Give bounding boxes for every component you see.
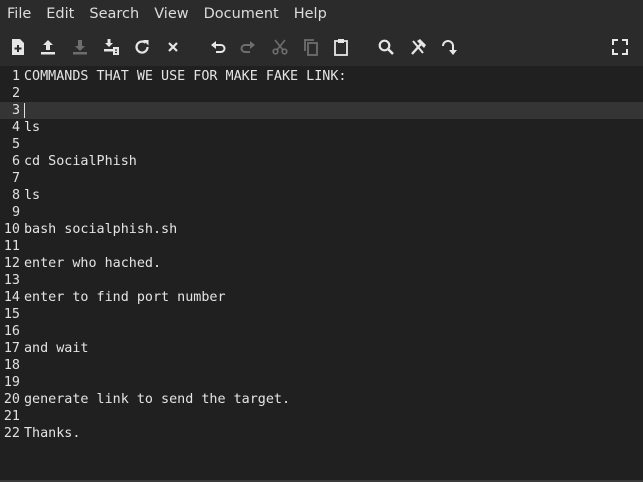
search-replace-icon xyxy=(411,39,426,55)
reload-icon xyxy=(135,40,149,54)
line-number: 14 xyxy=(3,290,20,305)
line-number: 13 xyxy=(3,273,20,288)
menu-search[interactable]: Search xyxy=(84,0,144,28)
line-number: 11 xyxy=(3,239,20,254)
editor-line[interactable]: 3 xyxy=(0,102,643,119)
copy-button[interactable] xyxy=(300,36,322,58)
line-number: 10 xyxy=(3,222,20,237)
goto-line-icon xyxy=(442,40,457,55)
cut-button[interactable] xyxy=(269,36,291,58)
close-icon xyxy=(168,42,178,52)
line-number: 3 xyxy=(11,103,20,118)
line-number: 16 xyxy=(3,324,20,339)
editor-line[interactable]: 1 COMMANDS THAT WE USE FOR MAKE FAKE LINK… xyxy=(0,68,643,85)
line-number: 6 xyxy=(11,154,20,169)
undo-icon xyxy=(211,41,226,53)
line-number: 12 xyxy=(3,256,20,271)
editor-line[interactable]: 20 generate link to send the target. xyxy=(0,391,643,408)
copy-icon xyxy=(304,39,318,56)
line-number: 1 xyxy=(11,69,20,84)
paste-button[interactable] xyxy=(330,36,352,58)
goto-line-button[interactable] xyxy=(437,36,459,58)
editor-line[interactable]: 9 xyxy=(0,204,643,221)
redo-button[interactable] xyxy=(237,36,259,58)
open-file-icon xyxy=(41,40,55,55)
menu-help[interactable]: Help xyxy=(289,0,332,28)
line-text[interactable]: COMMANDS THAT WE USE FOR MAKE FAKE LINK: xyxy=(24,68,346,85)
line-text[interactable]: generate link to send the target. xyxy=(24,391,290,408)
line-text[interactable]: enter who hached. xyxy=(24,255,161,272)
search-replace-button[interactable] xyxy=(407,36,429,58)
line-number: 9 xyxy=(11,205,20,220)
line-text[interactable]: and wait xyxy=(24,340,89,357)
line-text[interactable]: ls xyxy=(24,119,40,136)
new-file-icon xyxy=(12,39,24,55)
menu-document[interactable]: Document xyxy=(199,0,284,28)
fullscreen-button[interactable] xyxy=(609,36,631,58)
search-icon xyxy=(378,39,394,55)
toolbar xyxy=(0,28,643,66)
line-number: 4 xyxy=(11,120,20,135)
redo-icon xyxy=(240,41,255,53)
editor-line[interactable]: 15 xyxy=(0,306,643,323)
search-button[interactable] xyxy=(375,36,397,58)
editor-line[interactable]: 12 enter who hached. xyxy=(0,255,643,272)
editor-line[interactable]: 17 and wait xyxy=(0,340,643,357)
save-as-icon xyxy=(104,39,119,55)
open-file-button[interactable] xyxy=(37,36,59,58)
line-number: 19 xyxy=(3,375,20,390)
editor-line[interactable]: 6 cd SocialPhish xyxy=(0,153,643,170)
editor-line[interactable]: 22 Thanks. xyxy=(0,425,643,442)
save-file-button[interactable] xyxy=(69,36,91,58)
save-file-icon xyxy=(73,40,87,55)
line-text[interactable]: bash socialphish.sh xyxy=(24,221,177,238)
line-number: 17 xyxy=(3,341,20,356)
editor-line[interactable]: 10 bash socialphish.sh xyxy=(0,221,643,238)
line-number: 5 xyxy=(11,137,20,152)
line-number: 2 xyxy=(11,86,20,101)
editor-line[interactable]: 13 xyxy=(0,272,643,289)
fullscreen-icon xyxy=(612,39,628,55)
editor-line[interactable]: 8 ls xyxy=(0,187,643,204)
editor-line[interactable]: 18 xyxy=(0,357,643,374)
line-number: 7 xyxy=(11,171,20,186)
line-number: 8 xyxy=(11,188,20,203)
editor-line[interactable]: 14 enter to find port number xyxy=(0,289,643,306)
line-text[interactable]: enter to find port number xyxy=(24,289,226,306)
line-text[interactable]: Thanks. xyxy=(24,425,80,442)
menu-file[interactable]: File xyxy=(2,0,36,28)
line-number: 20 xyxy=(3,392,20,407)
menu-view[interactable]: View xyxy=(149,0,193,28)
paste-icon xyxy=(334,39,348,56)
editor-line[interactable]: 16 xyxy=(0,323,643,340)
undo-button[interactable] xyxy=(207,36,229,58)
editor-line[interactable]: 19 xyxy=(0,374,643,391)
editor-line[interactable]: 5 xyxy=(0,136,643,153)
save-as-button[interactable] xyxy=(101,36,123,58)
line-number: 15 xyxy=(3,307,20,322)
line-text[interactable]: cd SocialPhish xyxy=(24,153,137,170)
text-editor[interactable]: 1 COMMANDS THAT WE USE FOR MAKE FAKE LINK… xyxy=(0,66,643,480)
editor-line[interactable]: 4 ls xyxy=(0,119,643,136)
menu-bar: File Edit Search View Document Help xyxy=(0,0,643,28)
editor-line[interactable]: 11 xyxy=(0,238,643,255)
line-number: 21 xyxy=(3,409,20,424)
line-text[interactable]: ls xyxy=(24,187,40,204)
editor-line[interactable]: 2 xyxy=(0,85,643,102)
cut-icon xyxy=(272,39,288,55)
new-file-button[interactable] xyxy=(7,36,29,58)
reload-button[interactable] xyxy=(131,36,153,58)
editor-line[interactable]: 21 xyxy=(0,408,643,425)
menu-edit[interactable]: Edit xyxy=(41,0,79,28)
text-cursor xyxy=(24,103,25,118)
line-number: 18 xyxy=(3,358,20,373)
line-number: 22 xyxy=(3,426,20,441)
close-button[interactable] xyxy=(162,36,184,58)
editor-line[interactable]: 7 xyxy=(0,170,643,187)
